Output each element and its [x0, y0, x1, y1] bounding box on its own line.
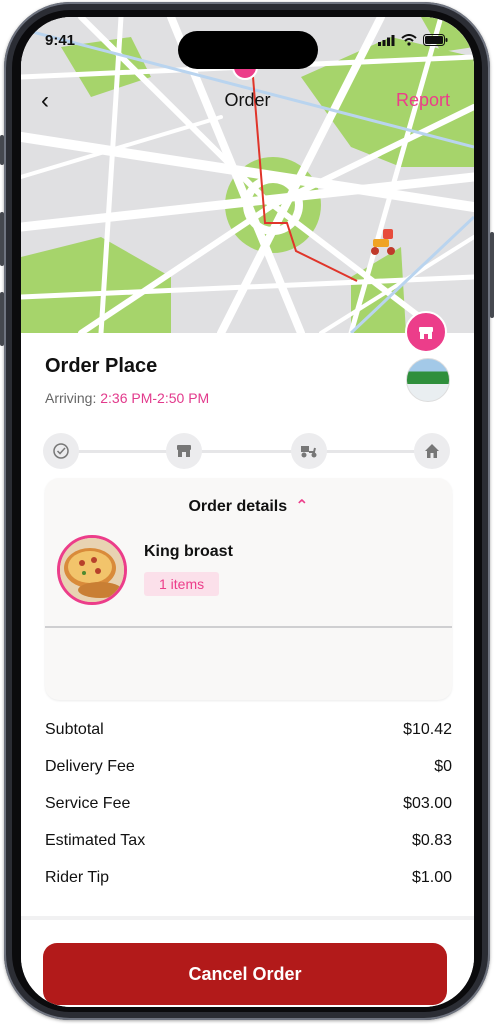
- item-quantity-badge: 1 items: [144, 572, 220, 596]
- mute-switch: [0, 135, 4, 165]
- battery-icon: [423, 34, 448, 46]
- summary-label: Subtotal: [45, 721, 104, 738]
- summary-label: Service Fee: [45, 795, 131, 812]
- summary-row-delivery-fee: Delivery Fee $0: [45, 758, 452, 795]
- order-status-title: Order Place: [45, 355, 158, 377]
- dynamic-island: [178, 31, 318, 69]
- power-button: [490, 232, 494, 318]
- price-summary: Subtotal $10.42 Delivery Fee $0 Service …: [45, 721, 452, 906]
- volume-down-button: [0, 292, 4, 346]
- arrival-info: Arriving: 2:36 PM-2:50 PM: [45, 390, 209, 406]
- order-details-card: Order details ⌃ King broast 1 items: [45, 478, 452, 700]
- wifi-icon: [401, 34, 417, 46]
- cancel-order-button[interactable]: Cancel Order: [43, 943, 447, 1005]
- summary-row-subtotal: Subtotal $10.42: [45, 721, 452, 758]
- footer-divider: [21, 916, 474, 920]
- status-time: 9:41: [45, 32, 76, 49]
- pizza-image: [60, 538, 124, 602]
- store-pin-glyph-icon: [419, 327, 433, 339]
- order-progress: [43, 431, 451, 471]
- summary-value: $1.00: [411, 869, 452, 886]
- store-icon: [166, 433, 202, 469]
- summary-row-rider-tip: Rider Tip $1.00: [45, 869, 452, 906]
- volume-up-button: [0, 212, 4, 266]
- app-screen: 9:41 ‹ Order Report Order Place Arriving…: [21, 17, 474, 1007]
- summary-row-service-fee: Service Fee $03.00: [45, 795, 452, 832]
- summary-value: $03.00: [403, 795, 452, 812]
- delivery-scooter-icon: [291, 433, 327, 469]
- arrival-time: 2:36 PM-2:50 PM: [100, 390, 210, 406]
- summary-row-estimated-tax: Estimated Tax $0.83: [45, 832, 452, 869]
- chevron-up-icon: ⌃: [295, 498, 309, 515]
- top-nav: ‹ Order Report: [21, 87, 474, 117]
- home-icon: [414, 433, 450, 469]
- report-link[interactable]: Report: [396, 90, 450, 111]
- signal-icon: [378, 34, 395, 46]
- order-sheet: Order Place Arriving: 2:36 PM-2:50 PM Or…: [21, 333, 474, 1007]
- card-divider: [45, 626, 452, 628]
- arriving-label: Arriving:: [45, 390, 97, 406]
- summary-label: Rider Tip: [45, 869, 110, 886]
- summary-label: Estimated Tax: [45, 832, 146, 849]
- restaurant-pin-icon[interactable]: [405, 311, 447, 353]
- summary-label: Delivery Fee: [45, 758, 135, 775]
- order-placed-icon: [43, 433, 79, 469]
- order-details-toggle[interactable]: Order details ⌃: [45, 496, 452, 516]
- store-avatar[interactable]: [406, 358, 450, 402]
- item-thumbnail: [57, 535, 127, 605]
- progress-track: [63, 450, 431, 453]
- summary-value: $10.42: [403, 721, 452, 738]
- item-name: King broast: [144, 543, 233, 560]
- summary-value: $0.83: [411, 832, 452, 849]
- order-details-title: Order details: [188, 498, 288, 515]
- summary-value: $0: [434, 758, 452, 775]
